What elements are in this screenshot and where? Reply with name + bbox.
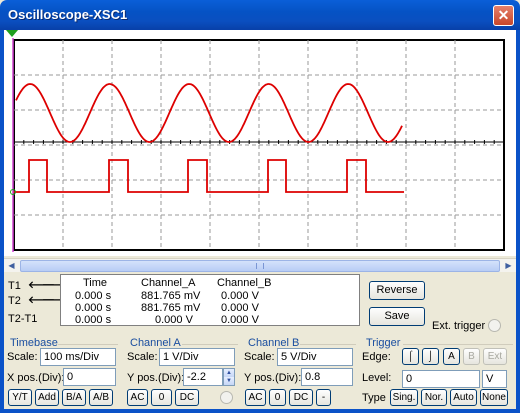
scroll-left-icon[interactable]: ◀ — [5, 260, 18, 272]
save-button[interactable]: Save — [369, 307, 425, 326]
trigger-level-label: Level: — [362, 372, 392, 384]
x-pos-field[interactable]: 0 — [63, 368, 116, 386]
channel-a-ypos-spinner[interactable]: ▲ ▼ — [223, 368, 235, 386]
window-frame-right — [516, 30, 520, 413]
header-time: Time — [83, 277, 108, 289]
timebase-scale-label: Scale: — [7, 351, 38, 363]
t1-left-arrow-icon[interactable]: 🡐 — [28, 280, 55, 292]
t2-label: T2 — [8, 295, 21, 307]
window-frame-bottom — [0, 409, 520, 413]
delta-channel-b: 0.000 V — [221, 314, 259, 326]
t2-right-arrow-icon[interactable]: 🡒 — [42, 295, 69, 307]
delta-channel-a: 0.000 V — [155, 314, 193, 326]
t2-time: 0.000 s — [75, 302, 112, 314]
trigger-auto-button[interactable]: Auto — [450, 389, 477, 406]
timebase-scale-field[interactable]: 100 ms/Div — [40, 348, 116, 366]
scrollbar-thumb[interactable] — [20, 260, 500, 272]
mode-yt-button[interactable]: Y/T — [8, 389, 32, 406]
trigger-title: Trigger — [366, 337, 401, 349]
channel-b-ac-button[interactable]: AC — [245, 389, 266, 406]
t1-channel-a: 881.765 mV — [141, 290, 201, 302]
close-button[interactable]: ✕ — [493, 5, 514, 26]
channel-a-dc-button[interactable]: DC — [175, 389, 199, 406]
channel-b-zero-button[interactable]: 0 — [269, 389, 286, 406]
t2-t1-label: T2-T1 — [8, 313, 38, 325]
t2-left-arrow-icon[interactable]: 🡐 — [28, 295, 55, 307]
channel-b-dc-button[interactable]: DC — [289, 389, 313, 406]
rising-edge-icon[interactable]: ⌠ — [402, 348, 419, 365]
mode-ba-button[interactable]: B/A — [62, 389, 86, 406]
channel-a-option-radio[interactable] — [220, 391, 233, 404]
window-title: Oscilloscope-XSC1 — [8, 7, 128, 22]
mode-add-button[interactable]: Add — [35, 389, 59, 406]
channel-a-scale-field[interactable]: 1 V/Div — [159, 348, 235, 366]
channel-b-ypos-field[interactable]: 0.8 — [301, 368, 353, 386]
trigger-edge-label: Edge: — [362, 351, 391, 363]
trigger-type-label: Type — [362, 392, 386, 404]
t1-time: 0.000 s — [75, 290, 112, 302]
scroll-right-icon[interactable]: ▶ — [502, 260, 515, 272]
header-channel-b: Channel_B — [217, 277, 272, 289]
delta-time: 0.000 s — [75, 314, 112, 326]
channel-a-zero-button[interactable]: 0 — [151, 389, 172, 406]
x-pos-label: X pos.(Div): — [7, 372, 65, 384]
ext-trigger-label: Ext. trigger — [432, 320, 486, 332]
channel-b-invert-button[interactable]: - — [316, 389, 331, 406]
t1-right-arrow-icon[interactable]: 🡒 — [42, 280, 69, 292]
waveform-display — [10, 38, 505, 252]
channel-a-scale-label: Scale: — [127, 351, 158, 363]
title-bar: Oscilloscope-XSC1 ✕ — [0, 0, 520, 30]
horizontal-scrollbar[interactable]: ◀ ▶ — [4, 258, 516, 272]
channel-a-ypos-label: Y pos.(Div): — [127, 372, 185, 384]
t1-channel-b: 0.000 V — [221, 290, 259, 302]
t2-channel-a: 881.765 mV — [141, 302, 201, 314]
reverse-button[interactable]: Reverse — [369, 281, 425, 300]
trigger-marker-icon[interactable] — [6, 30, 18, 37]
trigger-source-a-button[interactable]: A — [443, 348, 460, 365]
trigger-source-b-button[interactable]: B — [463, 348, 480, 365]
trigger-level-unit[interactable]: V — [482, 370, 507, 388]
trigger-level-field[interactable]: 0 — [402, 370, 480, 388]
channel-a-ypos-field[interactable]: -2.2 — [183, 368, 223, 386]
falling-edge-icon[interactable]: ⌡ — [422, 348, 439, 365]
measurement-readout: Time Channel_A Channel_B 0.000 s 881.765… — [60, 274, 360, 326]
trigger-single-button[interactable]: Sing. — [390, 389, 418, 406]
channel-b-scale-field[interactable]: 5 V/Div — [277, 348, 353, 366]
trigger-none-button[interactable]: None — [480, 389, 508, 406]
mode-ab-button[interactable]: A/B — [89, 389, 113, 406]
trigger-normal-button[interactable]: Nor. — [421, 389, 447, 406]
channel-a-ac-button[interactable]: AC — [127, 389, 148, 406]
header-channel-a: Channel_A — [141, 277, 196, 289]
oscilloscope-screen — [4, 30, 516, 256]
t1-label: T1 — [8, 280, 21, 292]
trigger-source-ext-button[interactable]: Ext — [483, 348, 507, 365]
t2-channel-b: 0.000 V — [221, 302, 259, 314]
channel-b-scale-label: Scale: — [244, 351, 275, 363]
channel-b-ypos-label: Y pos.(Div): — [244, 372, 302, 384]
ext-trigger-radio[interactable] — [488, 319, 501, 332]
